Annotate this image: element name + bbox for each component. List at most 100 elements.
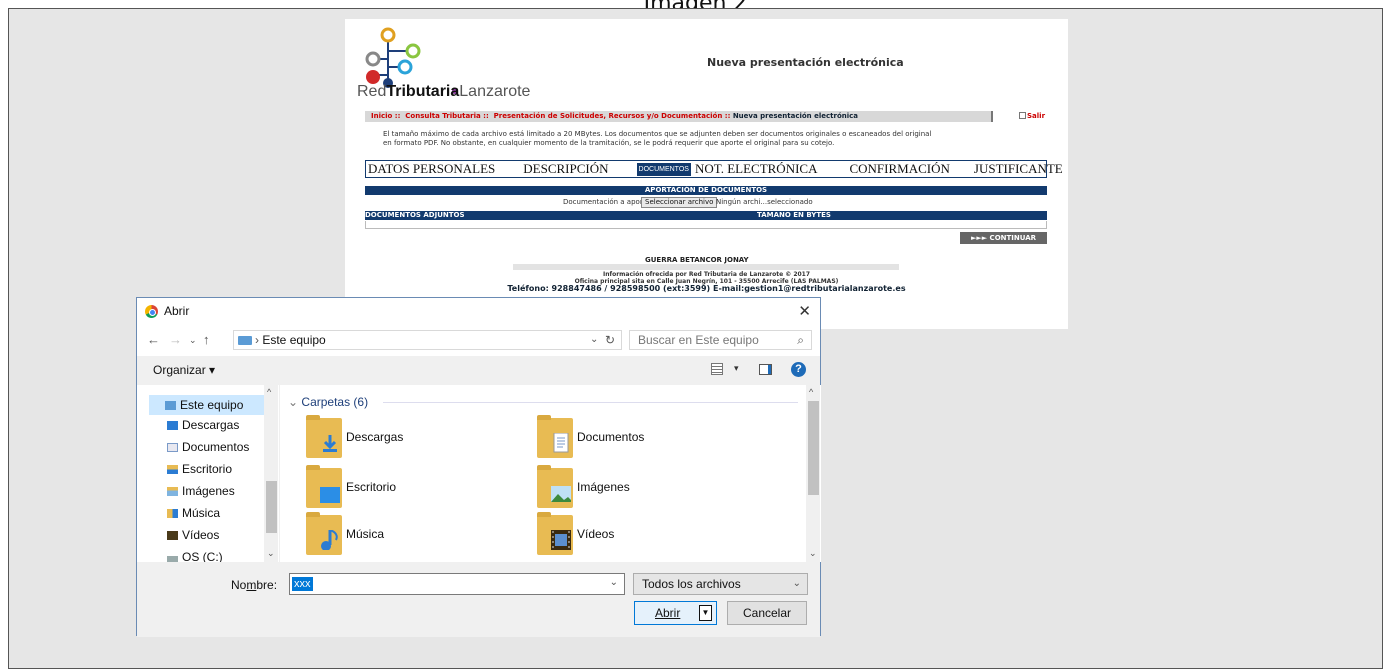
chevron-down-icon[interactable]: ⌄ (590, 331, 598, 349)
logout-link[interactable]: Salir (1019, 112, 1045, 120)
upload-row: Documentación a aportar Seleccionar arch… (365, 197, 1047, 208)
tab-datos-personales[interactable]: DATOS PERSONALES (368, 161, 495, 177)
scroll-up-icon[interactable]: ^ (809, 387, 813, 397)
folder-musica[interactable]: Música (306, 512, 566, 559)
footer-divider (513, 264, 899, 270)
folder-imagenes[interactable]: Imágenes (537, 465, 797, 512)
sidebar-item-imagenes[interactable]: Imágenes (167, 484, 235, 498)
file-list-pane: ⌄ Carpetas (6) Descargas Documentos Escr… (280, 385, 821, 562)
file-type-select[interactable]: Todos los archivos ⌄ (633, 573, 808, 595)
cancel-button[interactable]: Cancelar (727, 601, 807, 625)
tab-confirmacion[interactable]: CONFIRMACIÓN (849, 161, 949, 177)
tab-justificante[interactable]: JUSTIFICANTE (974, 161, 1063, 177)
forward-arrow-icon[interactable]: → (169, 332, 182, 347)
breadcrumb-consulta[interactable]: Consulta Tributaria :: (405, 112, 489, 120)
organize-menu[interactable]: Organizar ▾ (153, 363, 215, 377)
music-folder-icon (306, 512, 342, 555)
address-bar[interactable]: › Este equipo ⌄ ↻ (233, 330, 622, 350)
music-icon (167, 509, 178, 518)
scroll-up-icon[interactable]: ^ (267, 387, 271, 397)
page-title: Nueva presentación electrónica (707, 56, 904, 69)
up-arrow-icon[interactable]: ↑ (203, 332, 210, 347)
notice-line: en formato PDF. No obstante, en cualquie… (383, 139, 835, 147)
videos-folder-icon (537, 512, 573, 555)
address-path[interactable]: Este equipo (262, 333, 325, 347)
scroll-down-icon[interactable]: ⌄ (809, 548, 817, 559)
upload-label: Documentación a aportar (563, 198, 653, 206)
breadcrumb-current: Nueva presentación electrónica (732, 112, 859, 120)
tab-notificacion[interactable]: NOT. ELECTRÓNICA (695, 161, 818, 177)
sidebar-item-este-equipo[interactable]: Este equipo (149, 395, 277, 415)
back-arrow-icon[interactable]: ← (147, 332, 160, 347)
sidebar-item-videos[interactable]: Vídeos (167, 528, 219, 542)
dialog-titlebar: Abrir ✕ (137, 298, 820, 326)
navigation-scrollbar[interactable]: ^ ⌄ (264, 385, 278, 562)
documents-folder-icon (537, 415, 573, 458)
footer-line: Información ofrecida por Red Tributaria … (602, 271, 811, 278)
sidebar-item-musica[interactable]: Música (167, 506, 220, 520)
logout-icon (1019, 112, 1026, 119)
chevron-down-icon[interactable]: ⌄ (610, 577, 618, 588)
open-button-label: Abrir (655, 606, 681, 620)
path-separator-icon: › (255, 333, 259, 347)
dialog-title: Abrir (164, 304, 190, 318)
file-name-value[interactable]: xxx (292, 577, 313, 591)
downloads-icon (167, 421, 178, 430)
adjuntos-header: DOCUMENTOS ADJUNTOS TAMAÑO EN BYTES (365, 211, 1047, 220)
close-icon[interactable]: ✕ (798, 302, 811, 320)
desktop-folder-icon (306, 465, 342, 508)
open-options-dropdown-icon[interactable]: ▼ (699, 605, 712, 621)
pc-icon (165, 401, 176, 410)
sidebar-item-descargas[interactable]: Descargas (167, 418, 239, 432)
file-name-input[interactable]: xxx ⌄ (289, 573, 625, 595)
search-icon: ⌕ (797, 333, 804, 347)
size-column-label: TAMAÑO EN BYTES (757, 211, 831, 219)
pictures-folder-icon (537, 465, 573, 508)
recent-locations-icon[interactable]: ⌄ (189, 335, 197, 346)
navigation-bar: ← → ⌄ ↑ › Este equipo ⌄ ↻ Buscar en Este… (137, 326, 820, 356)
view-options-dropdown-icon[interactable]: ▾ (734, 363, 739, 374)
content-scrollbar[interactable]: ^ ⌄ (806, 385, 820, 562)
red-tributaria-logo (365, 27, 458, 94)
folders-group-header[interactable]: ⌄ Carpetas (6) (288, 395, 368, 409)
sidebar-item-documentos[interactable]: Documentos (167, 440, 249, 454)
continue-button[interactable]: ►►► CONTINUAR (960, 232, 1047, 244)
refresh-icon[interactable]: ↻ (605, 331, 615, 349)
folder-descargas[interactable]: Descargas (306, 415, 566, 462)
downloads-folder-icon (306, 415, 342, 458)
scrollbar-thumb[interactable] (808, 401, 819, 495)
breadcrumb-presentacion[interactable]: Presentación de Solicitudes, Recursos y/… (494, 112, 731, 120)
file-name-label: Nombre: (231, 578, 278, 592)
footer-contact: Teléfono: 928847486 / 928598500 (ext:359… (507, 284, 906, 293)
sidebar-item-escritorio[interactable]: Escritorio (167, 462, 232, 476)
dialog-toolbar: Organizar ▾ ▾ ? (137, 356, 820, 385)
pc-icon (238, 336, 252, 345)
folder-escritorio[interactable]: Escritorio (306, 465, 566, 512)
folder-videos[interactable]: Vídeos (537, 512, 797, 559)
documents-icon (167, 443, 178, 452)
scroll-down-icon[interactable]: ⌄ (267, 548, 275, 559)
tab-documentos[interactable]: DOCUMENTOS (636, 162, 691, 176)
aportacion-header: APORTACIÓN DE DOCUMENTOS (365, 186, 1047, 195)
scrollbar-thumb[interactable] (266, 481, 277, 533)
selected-file-name: Ningún archi...seleccionado (716, 198, 813, 206)
tab-descripcion[interactable]: DESCRIPCIÓN (523, 161, 608, 177)
folder-documentos[interactable]: Documentos (537, 415, 797, 462)
logo-wordmark: RedTributariaLanzarote (357, 83, 531, 100)
step-tabs: DATOS PERSONALES DESCRIPCIÓN DOCUMENTOS … (365, 160, 1063, 178)
attachments-table-empty (365, 221, 1047, 229)
user-name: GUERRA BETANCOR JONAY (645, 256, 749, 264)
help-icon[interactable]: ? (791, 362, 806, 377)
adjuntos-label: DOCUMENTOS ADJUNTOS (365, 211, 465, 219)
change-view-icon[interactable] (711, 363, 723, 375)
size-notice: El tamaño máximo de cada archivo está li… (383, 130, 1023, 148)
open-button[interactable]: Abrir ▼ (634, 601, 717, 625)
breadcrumb-inicio[interactable]: Inicio :: (371, 112, 400, 120)
chevron-down-icon[interactable]: ⌄ (793, 574, 801, 594)
notice-line: El tamaño máximo de cada archivo está li… (383, 130, 932, 138)
search-input[interactable]: Buscar en Este equipo ⌕ (629, 330, 812, 350)
pictures-icon (167, 487, 178, 496)
preview-pane-icon[interactable] (759, 364, 772, 375)
footer: Información ofrecida por Red Tributaria … (505, 271, 908, 293)
select-file-button[interactable]: Seleccionar archivo (641, 197, 718, 208)
